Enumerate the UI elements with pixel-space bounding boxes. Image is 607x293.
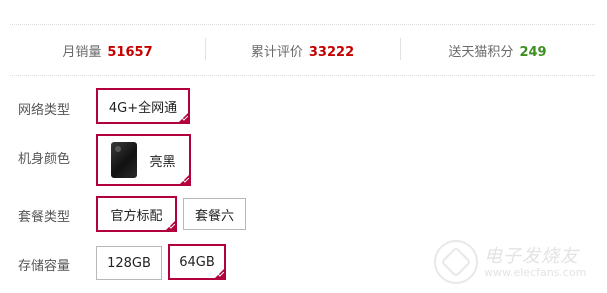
- monthly-sales-stat: 月销量 51657: [10, 41, 205, 60]
- sales-stats-bar: 月销量 51657 累计评价 33222 送天猫积分 249: [10, 24, 595, 76]
- watermark: 电子发烧友 www.elecfans.com: [434, 236, 599, 288]
- monthly-sales-value: 51657: [107, 44, 153, 60]
- bundle-option-standard-label: 官方标配: [110, 208, 163, 224]
- watermark-name: 电子发烧友: [484, 246, 579, 267]
- storage-option-128gb[interactable]: 128GB: [96, 246, 162, 280]
- selected-check-icon: [178, 173, 191, 186]
- storage-label: 存储容量: [18, 259, 71, 274]
- color-option-black[interactable]: 亮黑: [96, 134, 191, 186]
- selected-check-icon: [177, 111, 190, 124]
- total-reviews-stat[interactable]: 累计评价 33222: [205, 37, 400, 60]
- bundle-option-six-label: 套餐六: [194, 208, 234, 224]
- bundle-type-label: 套餐类型: [18, 210, 71, 225]
- network-option-4g-label: 4G+全网通: [108, 100, 178, 116]
- total-reviews-label[interactable]: 累计评价: [251, 45, 303, 60]
- storage-option-128gb-label: 128GB: [107, 255, 151, 271]
- color-label: 机身颜色: [18, 152, 71, 167]
- tmall-points-stat: 送天猫积分 249: [400, 37, 595, 60]
- network-option-4g[interactable]: 4G+全网通: [96, 88, 190, 124]
- color-option-black-label: 亮黑: [149, 154, 176, 170]
- selected-check-icon: [213, 267, 226, 280]
- network-type-label: 网络类型: [18, 103, 71, 118]
- storage-option-64gb-label: 64GB: [179, 254, 215, 270]
- tmall-points-value: 249: [519, 44, 547, 60]
- storage-option-64gb[interactable]: 64GB: [168, 244, 226, 280]
- tmall-points-label: 送天猫积分: [448, 44, 514, 60]
- selected-check-icon: [164, 219, 177, 232]
- total-reviews-value[interactable]: 33222: [309, 45, 354, 60]
- monthly-sales-label: 月销量: [62, 44, 102, 60]
- phone-thumbnail-image: [111, 142, 138, 178]
- watermark-url: www.elecfans.com: [484, 266, 587, 279]
- watermark-logo-icon: [434, 240, 478, 284]
- bundle-option-standard[interactable]: 官方标配: [96, 196, 177, 232]
- bundle-option-six[interactable]: 套餐六: [183, 198, 246, 230]
